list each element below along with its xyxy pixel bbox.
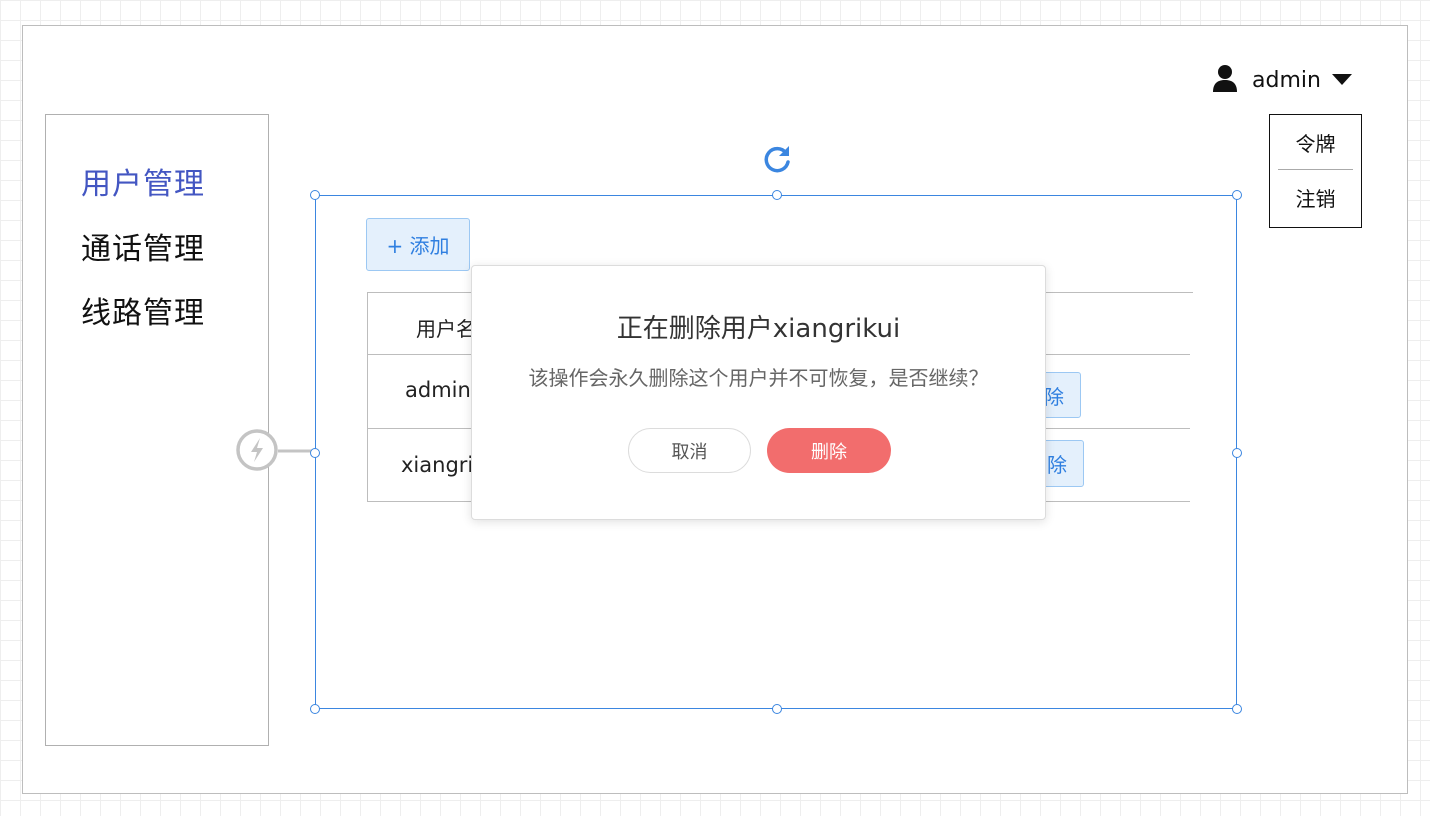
- resize-handle-right[interactable]: [1232, 448, 1242, 458]
- sidebar-item-user-management[interactable]: 用户管理: [81, 159, 205, 203]
- dialog-message: 该操作会永久删除这个用户并不可恢复，是否继续？: [528, 366, 989, 390]
- user-menu[interactable]: admin: [1212, 62, 1353, 98]
- user-icon: [1212, 64, 1238, 96]
- dropdown-item-token[interactable]: 令牌: [1270, 115, 1361, 169]
- resize-handle-top-right[interactable]: [1232, 190, 1242, 200]
- rotate-icon[interactable]: [760, 143, 794, 177]
- confirm-delete-button[interactable]: 删除: [767, 428, 891, 473]
- user-dropdown: 令牌 注销: [1269, 114, 1362, 228]
- sidebar-item-call-management[interactable]: 通话管理: [81, 224, 205, 268]
- username: admin: [1252, 67, 1321, 93]
- dropdown-item-logout[interactable]: 注销: [1270, 170, 1361, 224]
- delete-confirm-dialog: 正在删除用户xiangrikui 该操作会永久删除这个用户并不可恢复，是否继续？…: [471, 265, 1046, 520]
- dialog-title: 正在删除用户xiangrikui: [616, 314, 901, 344]
- resize-handle-left[interactable]: [310, 448, 320, 458]
- resize-handle-top[interactable]: [772, 190, 782, 200]
- resize-handle-bottom[interactable]: [772, 704, 782, 714]
- cancel-button[interactable]: 取消: [628, 428, 751, 473]
- resize-handle-top-left[interactable]: [310, 190, 320, 200]
- resize-handle-bottom-right[interactable]: [1232, 704, 1242, 714]
- sidebar-item-line-management[interactable]: 线路管理: [81, 288, 205, 332]
- resize-handle-bottom-left[interactable]: [310, 704, 320, 714]
- caret-down-icon: [1331, 71, 1353, 90]
